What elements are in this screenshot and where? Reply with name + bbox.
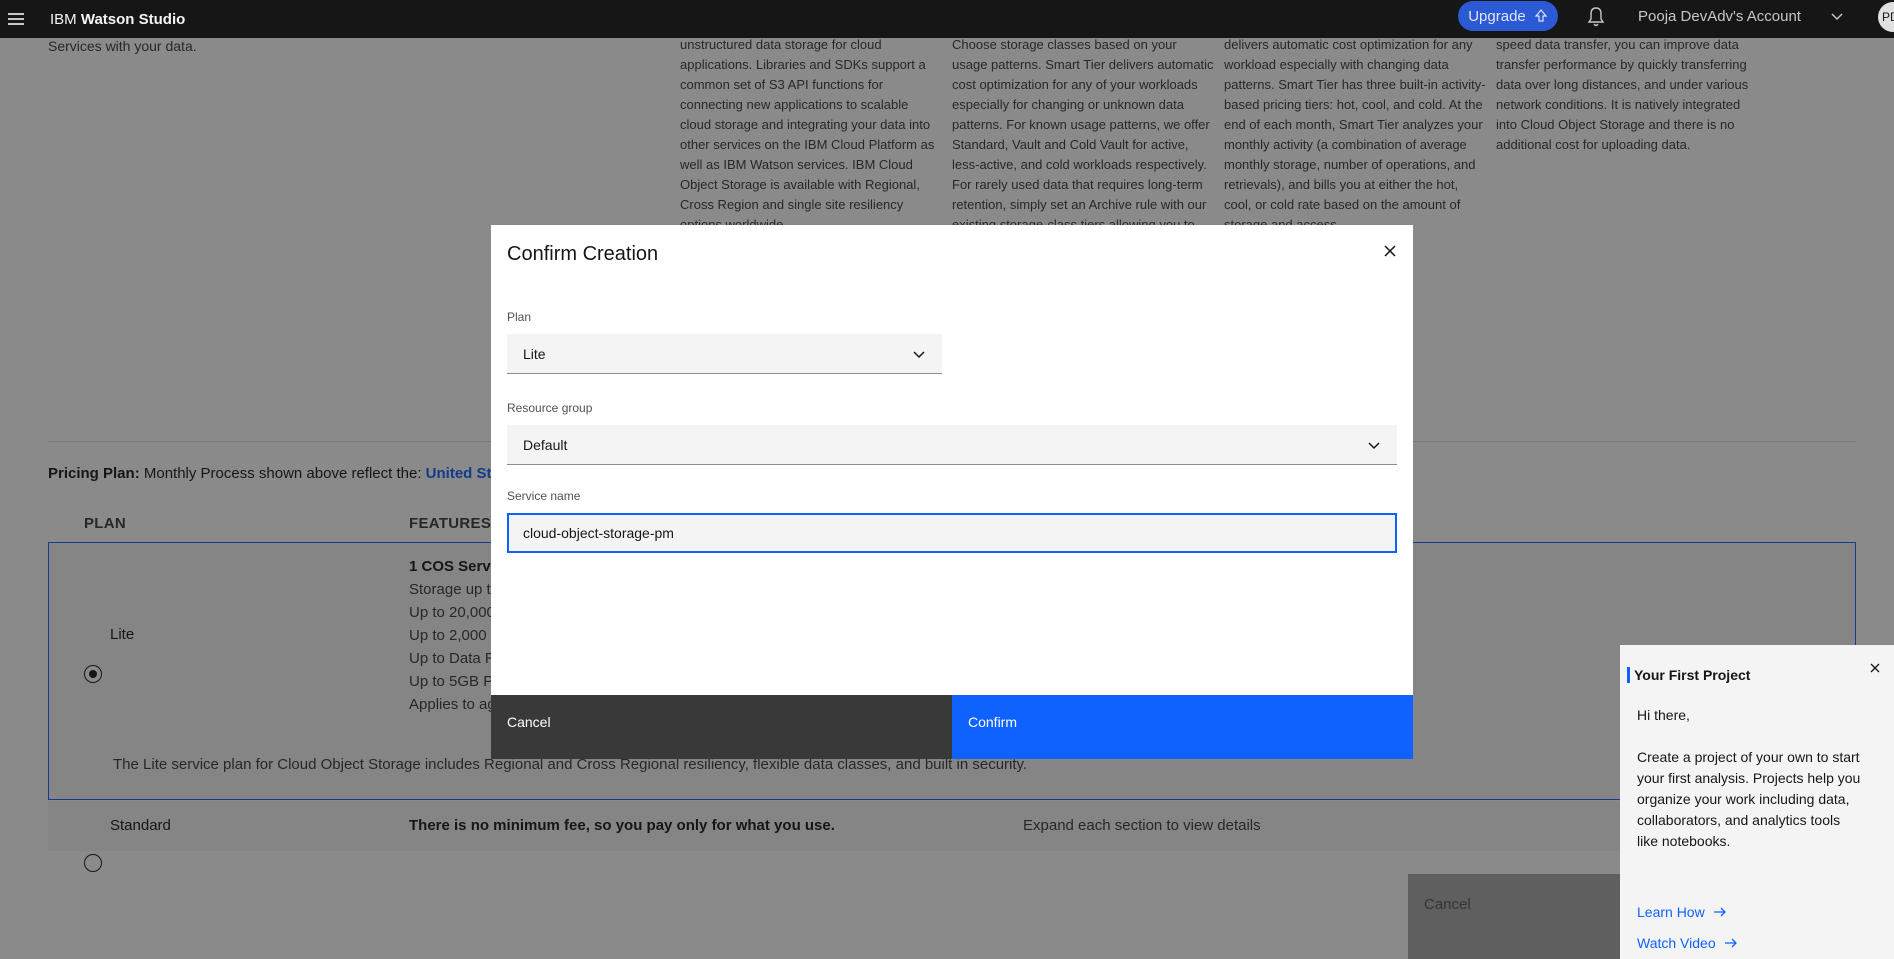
resource-group-value: Default bbox=[523, 437, 568, 453]
close-icon[interactable] bbox=[1380, 241, 1400, 261]
chevron-down-icon[interactable] bbox=[1830, 9, 1844, 23]
arrow-right-icon bbox=[1724, 938, 1737, 948]
learn-how-label: Learn How bbox=[1637, 904, 1705, 920]
resource-group-label: Resource group bbox=[507, 401, 593, 415]
brand-name: Watson Studio bbox=[80, 10, 186, 28]
app-brand[interactable]: IBM Watson Studio bbox=[50, 11, 185, 28]
confirm-creation-modal: Confirm Creation Plan Lite Resource grou… bbox=[491, 225, 1413, 759]
tour-title: Your First Project bbox=[1627, 667, 1750, 683]
chevron-down-icon bbox=[1368, 442, 1380, 450]
tour-greeting: Hi there, bbox=[1637, 707, 1690, 723]
service-name-input[interactable] bbox=[507, 513, 1397, 553]
resource-group-select[interactable]: Default bbox=[507, 425, 1397, 465]
modal-title: Confirm Creation bbox=[507, 243, 659, 265]
notification-bell-icon[interactable] bbox=[1586, 6, 1606, 28]
service-name-label: Service name bbox=[507, 489, 581, 503]
avatar[interactable]: PD bbox=[1878, 2, 1894, 32]
top-navigation-bar: IBM Watson Studio Upgrade Pooja DevAdv's… bbox=[0, 0, 1894, 38]
upgrade-button[interactable]: Upgrade bbox=[1458, 1, 1558, 31]
first-project-tour-panel: Your First Project Hi there, Create a pr… bbox=[1620, 645, 1894, 959]
menu-icon[interactable] bbox=[0, 0, 32, 38]
upgrade-icon bbox=[1534, 9, 1548, 22]
plan-select-value: Lite bbox=[523, 346, 546, 362]
tour-description: Create a project of your own to start yo… bbox=[1637, 749, 1861, 849]
close-icon[interactable] bbox=[1868, 661, 1882, 675]
learn-how-link[interactable]: Learn How bbox=[1637, 904, 1727, 920]
cancel-button[interactable]: Cancel bbox=[491, 695, 952, 759]
tour-body: Hi there, Create a project of your own t… bbox=[1637, 705, 1862, 852]
plan-field-label: Plan bbox=[507, 310, 532, 324]
upgrade-label: Upgrade bbox=[1468, 7, 1526, 25]
confirm-button[interactable]: Confirm bbox=[952, 695, 1413, 759]
chevron-down-icon bbox=[913, 351, 925, 359]
watch-video-link[interactable]: Watch Video bbox=[1637, 935, 1738, 951]
watch-video-label: Watch Video bbox=[1637, 935, 1716, 951]
arrow-right-icon bbox=[1713, 907, 1726, 917]
account-switcher[interactable]: Pooja DevAdv's Account bbox=[1638, 8, 1801, 25]
plan-select[interactable]: Lite bbox=[507, 334, 942, 374]
brand-prefix: IBM bbox=[50, 10, 77, 28]
